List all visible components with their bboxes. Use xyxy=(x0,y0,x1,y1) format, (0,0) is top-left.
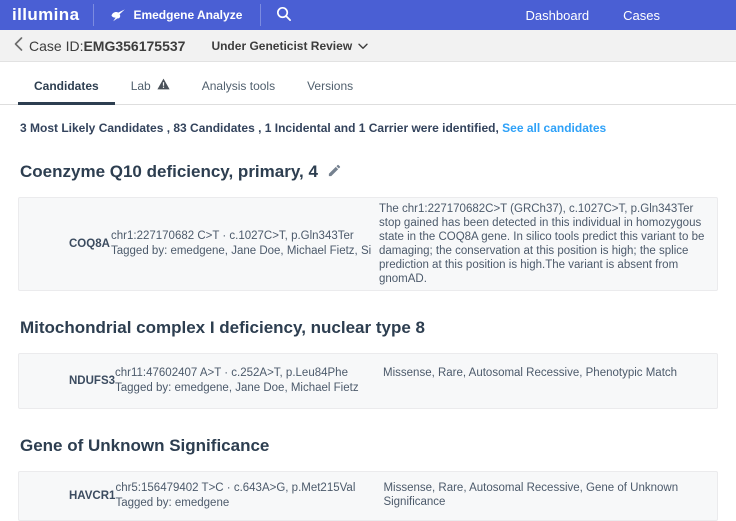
tab-label: Candidates xyxy=(34,79,99,93)
variant-notation: chr5:156479402 T>C · c.643A>G, p.Met215V… xyxy=(115,481,375,496)
back-button[interactable] xyxy=(12,37,29,54)
section-title-ndufs3: Mitochondrial complex I deficiency, nucl… xyxy=(20,318,718,338)
summary-text: 3 Most Likely Candidates , 83 Candidates… xyxy=(20,121,499,135)
variant-info: chr11:47602407 A>T · c.252A>T, p.Leu84Ph… xyxy=(115,366,375,396)
tagged-by: Tagged by: emedgene xyxy=(115,496,375,511)
section-title-havcr1: Gene of Unknown Significance xyxy=(20,436,718,456)
variant-row-havcr1[interactable]: HAVCR1 chr5:156479402 T>C · c.643A>G, p.… xyxy=(18,471,718,521)
section-title-text: Gene of Unknown Significance xyxy=(20,436,269,456)
top-navigation: Dashboard Cases xyxy=(526,0,736,30)
gene-name: COQ8A xyxy=(19,238,111,250)
warning-icon xyxy=(157,78,170,93)
variant-notation: chr1:227170682 C>T · c.1027C>T, p.Gln343… xyxy=(111,229,371,244)
top-app-bar: illumina Emedgene Analyze Dashboard Case… xyxy=(0,0,736,30)
spacer xyxy=(305,0,525,30)
case-id-value: EMG356175537 xyxy=(83,38,185,54)
gene-name: NDUFS3 xyxy=(19,375,115,387)
variant-info: chr1:227170682 C>T · c.1027C>T, p.Gln343… xyxy=(111,229,371,259)
tab-bar: Candidates Lab Analysis tools Versions xyxy=(0,64,736,105)
section-title-text: Coenzyme Q10 deficiency, primary, 4 xyxy=(20,162,318,182)
tab-versions[interactable]: Versions xyxy=(291,74,369,105)
tab-label: Lab xyxy=(131,79,151,93)
chevron-left-icon xyxy=(14,37,23,54)
tab-label: Analysis tools xyxy=(202,79,275,93)
illumina-logo[interactable]: illumina xyxy=(0,0,93,30)
variant-tags: Missense, Rare, Autosomal Recessive, Gen… xyxy=(375,477,717,515)
variant-info: chr5:156479402 T>C · c.643A>G, p.Met215V… xyxy=(115,481,375,511)
gene-name: HAVCR1 xyxy=(19,490,115,502)
see-all-candidates-link[interactable]: See all candidates xyxy=(502,121,606,135)
variant-notation: chr11:47602407 A>T · c.252A>T, p.Leu84Ph… xyxy=(115,366,375,381)
section-title-text: Mitochondrial complex I deficiency, nucl… xyxy=(20,318,425,338)
candidates-summary: 3 Most Likely Candidates , 83 Candidates… xyxy=(20,121,718,135)
tagged-by: Tagged by: emedgene, Jane Doe, Michael F… xyxy=(115,381,375,396)
tab-label: Versions xyxy=(307,79,353,93)
variant-row-coq8a[interactable]: COQ8A chr1:227170682 C>T · c.1027C>T, p.… xyxy=(18,197,718,291)
pencil-icon xyxy=(327,163,342,181)
case-id-label: Case ID: xyxy=(29,38,83,54)
app-name-label: Emedgene Analyze xyxy=(133,8,242,22)
case-header-bar: Case ID:EMG356175537 Under Geneticist Re… xyxy=(0,30,736,62)
chevron-down-icon xyxy=(358,39,368,53)
variant-tags: Missense, Rare, Autosomal Recessive, Phe… xyxy=(375,362,717,400)
app-switcher[interactable]: Emedgene Analyze xyxy=(94,0,260,30)
emedgene-bird-icon xyxy=(110,6,126,25)
section-title-coq8a: Coenzyme Q10 deficiency, primary, 4 xyxy=(20,162,718,182)
tab-analysis-tools[interactable]: Analysis tools xyxy=(186,74,291,105)
variant-description: The chr1:227170682C>T (GRCh37), c.1027C>… xyxy=(371,198,717,290)
tab-candidates[interactable]: Candidates xyxy=(18,74,115,105)
search-icon xyxy=(275,5,292,25)
nav-cases[interactable]: Cases xyxy=(623,8,660,23)
tab-lab[interactable]: Lab xyxy=(115,74,186,105)
nav-dashboard[interactable]: Dashboard xyxy=(526,8,590,23)
variant-row-ndufs3[interactable]: NDUFS3 chr11:47602407 A>T · c.252A>T, p.… xyxy=(18,353,718,409)
candidates-panel: 3 Most Likely Candidates , 83 Candidates… xyxy=(0,121,736,521)
tagged-by: Tagged by: emedgene, Jane Doe, Michael F… xyxy=(111,244,371,259)
case-status-label: Under Geneticist Review xyxy=(211,39,352,53)
search-button[interactable] xyxy=(261,0,305,30)
edit-diagnosis-button[interactable] xyxy=(327,163,342,181)
case-status-dropdown[interactable]: Under Geneticist Review xyxy=(211,39,368,53)
case-id: Case ID:EMG356175537 xyxy=(29,38,185,54)
